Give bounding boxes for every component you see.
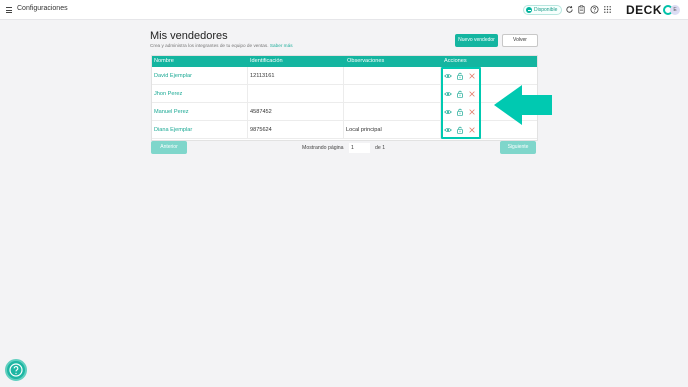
status-badge[interactable]: Disponible: [523, 5, 563, 15]
previous-page-button[interactable]: Anterior: [151, 141, 187, 154]
column-header-id: Identificación: [250, 58, 283, 64]
seller-notes: [344, 85, 441, 103]
new-seller-button[interactable]: Nuevo vendedor: [455, 34, 498, 47]
seller-name-link[interactable]: David Ejemplar: [152, 67, 248, 85]
seller-id: 4587452: [248, 103, 344, 121]
annotation-arrow-icon: [494, 85, 552, 125]
status-label: Disponible: [534, 7, 558, 13]
seller-notes: [344, 103, 441, 121]
pagination-total: de 1: [375, 145, 386, 151]
actions-highlight-box: [441, 67, 481, 139]
column-header-actions: Acciones: [444, 58, 467, 64]
next-page-button[interactable]: Siguiente: [500, 141, 536, 154]
page-number-input[interactable]: 1: [349, 143, 370, 153]
seller-id: [248, 85, 344, 103]
help-icon[interactable]: [590, 5, 599, 14]
question-icon: [9, 363, 23, 377]
column-header-name: Nombre: [154, 58, 174, 64]
menu-icon[interactable]: [6, 7, 12, 13]
top-bar: Configuraciones Disponible DECK E: [0, 0, 688, 20]
topbar-title: Configuraciones: [17, 5, 68, 12]
decko-logo[interactable]: DECK: [626, 3, 673, 17]
help-fab-button[interactable]: [5, 359, 27, 381]
seller-id: 9875624: [248, 121, 344, 139]
apps-grid-icon[interactable]: [603, 5, 612, 14]
refresh-icon[interactable]: [565, 5, 574, 14]
status-dot-icon: [526, 7, 532, 13]
page-title: Mis vendedores: [150, 30, 228, 42]
back-button[interactable]: Volver: [502, 34, 538, 47]
seller-id: 12113161: [248, 67, 344, 85]
page-subtitle: Crea y administra los integrantes de tu …: [150, 43, 293, 48]
logo-text: DECK: [626, 3, 663, 17]
seller-name-link[interactable]: Jhon Perez: [152, 85, 248, 103]
seller-name-link[interactable]: Manuel Perez: [152, 103, 248, 121]
seller-notes: [344, 67, 441, 85]
page-subtitle-text: Crea y administra los integrantes de tu …: [150, 43, 269, 48]
seller-notes: Local principal: [344, 121, 441, 139]
pagination-label: Mostrando página: [302, 145, 344, 151]
seller-name-link[interactable]: Diana Ejemplar: [152, 121, 248, 139]
clipboard-icon[interactable]: [577, 5, 586, 14]
learn-more-link[interactable]: Saber más: [270, 43, 293, 48]
avatar[interactable]: E: [670, 5, 680, 15]
table-header: Nombre Identificación Observaciones Acci…: [152, 56, 537, 67]
column-header-notes: Observaciones: [347, 58, 385, 64]
